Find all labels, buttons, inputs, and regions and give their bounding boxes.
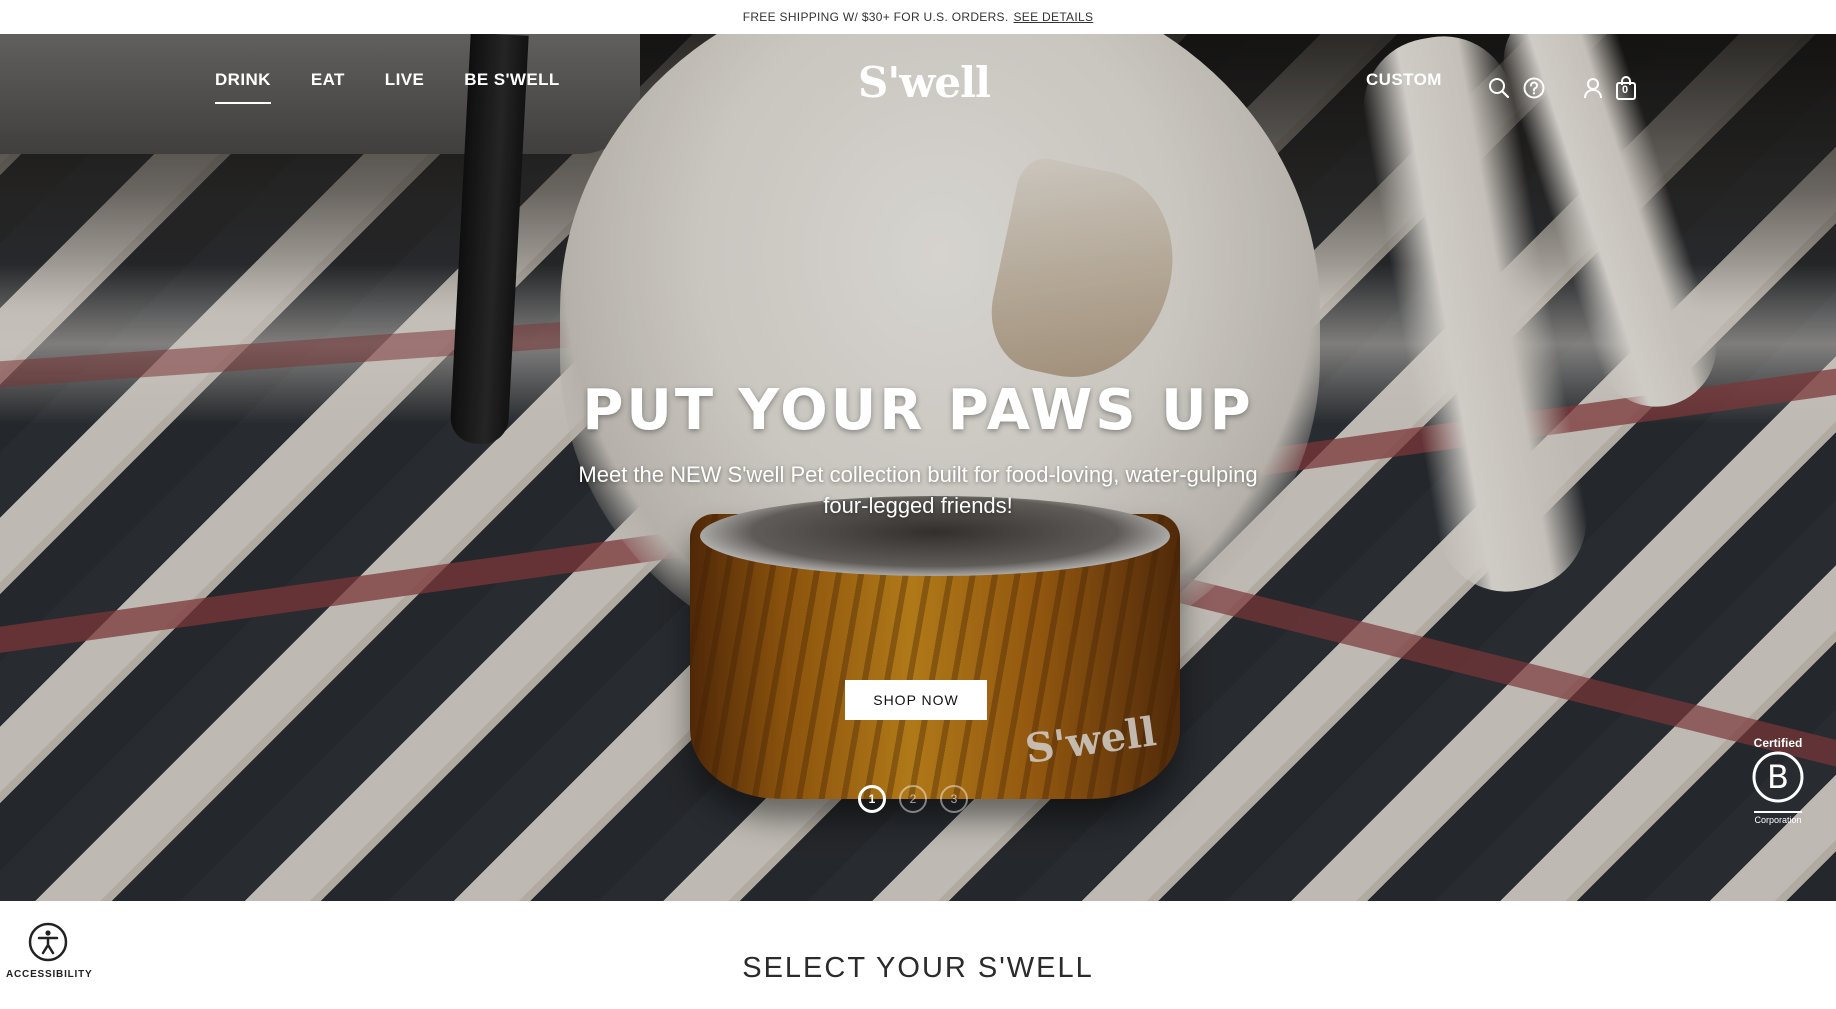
announcement-text: FREE SHIPPING W/ $30+ FOR U.S. ORDERS. (742, 10, 1009, 24)
nav-left: DRINK EAT LIVE BE S'WELL (215, 70, 600, 104)
search-icon[interactable] (1485, 74, 1513, 102)
shop-now-button[interactable]: SHOP NOW (845, 680, 987, 720)
hero-title: PUT YOUR PAWS UP (582, 378, 1254, 443)
cart-icon[interactable]: 0 (1612, 74, 1640, 102)
hero-text: PUT YOUR PAWS UP Meet the NEW S'well Pet… (0, 378, 1836, 521)
slide-dot-2[interactable]: 2 (899, 785, 927, 813)
see-details-link[interactable]: SEE DETAILS (1014, 10, 1094, 24)
b-corp-badge[interactable]: Certified B Corporation (1748, 736, 1808, 825)
nav-eat[interactable]: EAT (311, 70, 345, 104)
b-corp-certified-text: Certified (1753, 736, 1803, 750)
nav-be-swell[interactable]: BE S'WELL (464, 70, 559, 104)
svg-text:B: B (1767, 758, 1789, 796)
slide-dot-3[interactable]: 3 (940, 785, 968, 813)
slide-pagination: 1 2 3 (858, 785, 981, 813)
b-corp-corporation-text: Corporation (1754, 815, 1802, 825)
swell-logo[interactable]: S'well (858, 58, 991, 107)
cart-count: 0 (1622, 84, 1629, 96)
main-nav: DRINK EAT LIVE BE S'WELL S'well CUSTOM 0 (0, 34, 1836, 134)
nav-drink[interactable]: DRINK (215, 70, 271, 104)
b-corp-logo-icon: B (1752, 751, 1804, 803)
account-icon[interactable] (1579, 74, 1607, 102)
nav-live[interactable]: LIVE (385, 70, 424, 104)
nav-custom[interactable]: CUSTOM (1366, 70, 1442, 90)
hero-subtitle: Meet the NEW S'well Pet collection built… (578, 462, 1258, 518)
section-title: SELECT YOUR S'WELL (742, 952, 1094, 984)
help-icon[interactable] (1520, 74, 1548, 102)
announcement-bar: FREE SHIPPING W/ $30+ FOR U.S. ORDERS. S… (0, 0, 1836, 34)
slide-dot-1[interactable]: 1 (858, 785, 886, 813)
